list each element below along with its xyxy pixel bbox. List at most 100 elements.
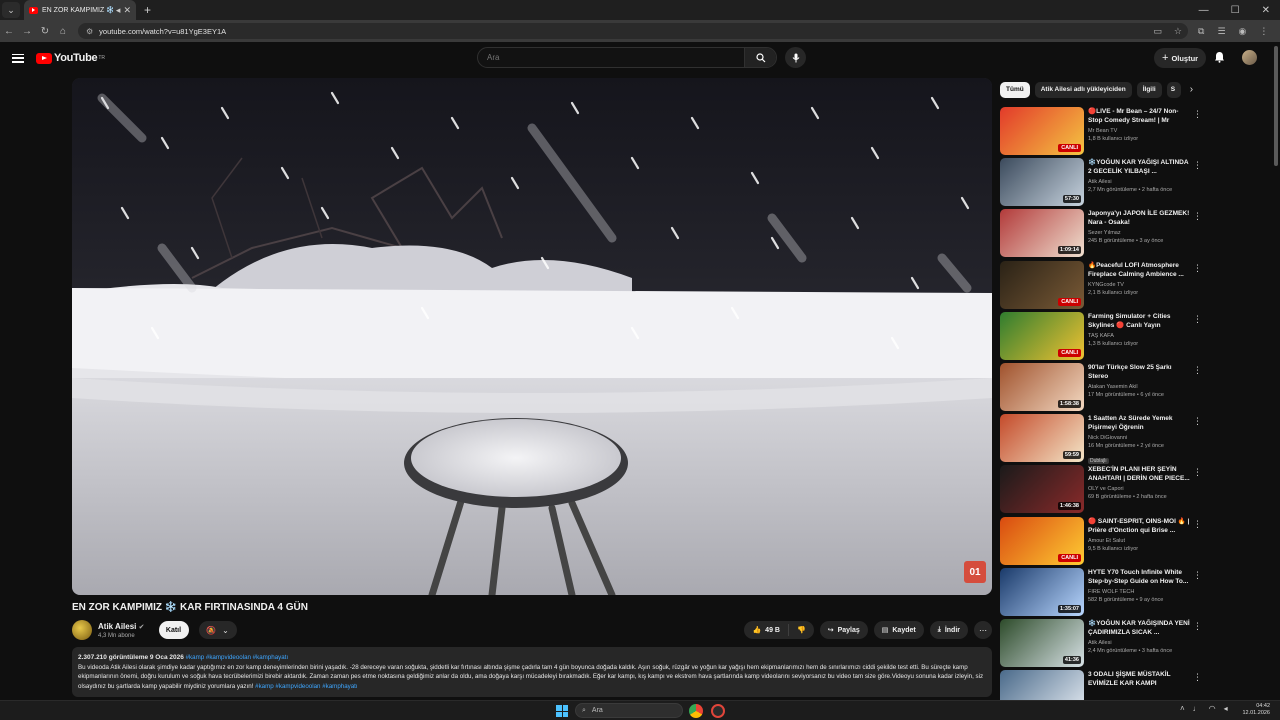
- browser-tab[interactable]: EN ZOR KAMPIMIZ ❄️ KAR ◂ ✕: [24, 0, 136, 20]
- related-item-menu-icon[interactable]: ⋮: [1193, 519, 1202, 530]
- related-video-title[interactable]: 🔴LIVE - Mr Bean – 24/7 Non-Stop Comedy S…: [1088, 107, 1192, 125]
- related-channel-name[interactable]: Sezer Yılmaz: [1088, 230, 1192, 236]
- browser-menu-icon[interactable]: ⋮: [1259, 26, 1268, 37]
- related-channel-name[interactable]: Atik Ailesi: [1088, 640, 1192, 646]
- chip-all[interactable]: Tümü: [1000, 81, 1030, 98]
- tab-search-icon[interactable]: ⌄: [2, 2, 20, 18]
- related-channel-name[interactable]: Atakan Yasemin Akil: [1088, 384, 1192, 390]
- related-video-title[interactable]: 3 ODALI ŞİŞME MÜSTAKİL EVİMİZLE KAR KAMP…: [1088, 670, 1192, 688]
- chevron-right-icon[interactable]: ›: [1190, 84, 1193, 95]
- taskbar-search[interactable]: ⌕ Ara: [575, 703, 683, 718]
- description-box[interactable]: 2.307.210 görüntüleme 9 Oca 2026 #kamp #…: [72, 647, 992, 697]
- microphone-tray-icon[interactable]: ♩: [1193, 704, 1201, 713]
- page-scrollbar[interactable]: [1274, 46, 1278, 166]
- related-channel-name[interactable]: Atik Ailesi: [1088, 179, 1192, 185]
- related-video-title[interactable]: XEBEC'İN PLANI HER ŞEYİN ANAHTARI | DERİ…: [1088, 465, 1192, 483]
- related-channel-name[interactable]: Nick DiGiovanni: [1088, 435, 1192, 441]
- chip-from-uploader[interactable]: Atik Ailesi adlı yükleyiciden: [1034, 81, 1132, 98]
- footer-hashtags[interactable]: #kamp #kampvideoolan #kamphayatı: [255, 683, 358, 690]
- bookmark-star-icon[interactable]: ☆: [1174, 26, 1182, 37]
- related-item-menu-icon[interactable]: ⋮: [1193, 570, 1202, 581]
- reading-list-icon[interactable]: ☰: [1217, 26, 1225, 37]
- video-thumbnail[interactable]: 1:09:14: [1000, 209, 1084, 257]
- related-channel-name[interactable]: KYNGcode TV: [1088, 282, 1192, 288]
- more-actions-icon[interactable]: ⋯: [974, 621, 992, 639]
- related-item-menu-icon[interactable]: ⋮: [1193, 211, 1202, 222]
- tab-close-icon[interactable]: ✕: [123, 5, 131, 16]
- cast-icon[interactable]: ▭: [1153, 26, 1162, 37]
- video-player[interactable]: 01: [72, 78, 992, 595]
- related-video-title[interactable]: 🔥Peaceful LOFI Atmosphere Fireplace Calm…: [1088, 261, 1192, 279]
- video-thumbnail[interactable]: CANLI: [1000, 261, 1084, 309]
- maximize-icon[interactable]: ☐: [1231, 5, 1240, 16]
- chip-partial[interactable]: S: [1166, 81, 1181, 98]
- related-channel-name[interactable]: Mr Bean TV: [1088, 128, 1192, 134]
- share-button[interactable]: ↪ Paylaş: [819, 621, 868, 639]
- guide-menu-icon[interactable]: [12, 53, 24, 63]
- related-item-menu-icon[interactable]: ⋮: [1193, 416, 1202, 427]
- create-button[interactable]: + Oluştur: [1154, 48, 1206, 68]
- search-button[interactable]: [744, 48, 776, 67]
- windows-start-icon[interactable]: [556, 705, 568, 717]
- header-hashtags[interactable]: #kamp #kampvideoolan #kamphayatı: [186, 654, 289, 661]
- url-field[interactable]: ⚙ youtube.com/watch?v=u81YgE3EY1A ▭ ☆: [78, 23, 1188, 39]
- related-video-title[interactable]: HYTE Y70 Touch Infinite White Step-by-St…: [1088, 568, 1192, 586]
- related-video-title[interactable]: ❄️YOĞUN KAR YAĞIŞI ALTINDA 2 GECELİK YIL…: [1088, 158, 1192, 176]
- related-video-title[interactable]: 90'lar Türkçe Slow 25 Şarkı Stereo: [1088, 363, 1192, 381]
- related-item-menu-icon[interactable]: ⋮: [1193, 467, 1202, 478]
- related-item-menu-icon[interactable]: ⋮: [1193, 672, 1202, 683]
- related-item-menu-icon[interactable]: ⋮: [1193, 365, 1202, 376]
- related-video-title[interactable]: 1 Saatten Az Sürede Yemek Pişirmeyi Öğre…: [1088, 414, 1192, 432]
- video-thumbnail[interactable]: 57:30: [1000, 158, 1084, 206]
- related-video-item[interactable]: CANLI 🔥Peaceful LOFI Atmosphere Fireplace…: [1000, 261, 1205, 309]
- chip-related[interactable]: İlgili: [1136, 81, 1162, 98]
- related-item-menu-icon[interactable]: ⋮: [1193, 109, 1202, 120]
- related-video-item[interactable]: CANLI 🔴 SAINT-ESPRIT, OINS-MOI 🔥 | Prière…: [1000, 517, 1205, 565]
- related-video-title[interactable]: ❄️YOĞUN KAR YAĞIŞINDA YENİ ÇADIRIMIZLA S…: [1088, 619, 1192, 637]
- close-window-icon[interactable]: ✕: [1262, 5, 1270, 16]
- related-video-item[interactable]: CANLI Farming Simulator + Cities Skylines…: [1000, 312, 1205, 360]
- video-thumbnail[interactable]: CANLI: [1000, 517, 1084, 565]
- profile-icon[interactable]: ◉: [1239, 26, 1247, 37]
- forward-icon[interactable]: →: [18, 26, 36, 37]
- taskbar-clock[interactable]: 04:42 12.01.2026: [1240, 703, 1270, 717]
- reload-icon[interactable]: ↻: [36, 26, 54, 37]
- home-icon[interactable]: ⌂: [54, 26, 72, 37]
- minimize-icon[interactable]: —: [1199, 5, 1209, 16]
- related-video-title[interactable]: 🔴 SAINT-ESPRIT, OINS-MOI 🔥 | Prière d'On…: [1088, 517, 1192, 535]
- related-item-menu-icon[interactable]: ⋮: [1193, 263, 1202, 274]
- subscribed-button[interactable]: 🔕 ⌄: [198, 621, 237, 639]
- like-button[interactable]: 👍 49 B: [744, 624, 789, 636]
- related-video-item[interactable]: 1:09:14 Japonya'yı JAPON İLE GEZMEK! Nara…: [1000, 209, 1205, 257]
- related-item-menu-icon[interactable]: ⋮: [1193, 160, 1202, 171]
- related-item-menu-icon[interactable]: ⋮: [1193, 314, 1202, 325]
- new-tab-button[interactable]: +: [144, 3, 151, 17]
- video-thumbnail[interactable]: CANLI: [1000, 107, 1084, 155]
- related-video-item[interactable]: 41:36 ❄️YOĞUN KAR YAĞIŞINDA YENİ ÇADIRIMI…: [1000, 619, 1205, 667]
- back-icon[interactable]: ←: [0, 26, 18, 37]
- related-video-item[interactable]: 1:46:38 XEBEC'İN PLANI HER ŞEYİN ANAHTARI…: [1000, 465, 1205, 513]
- related-channel-name[interactable]: FIRE WOLF TECH: [1088, 589, 1192, 595]
- tray-overflow-icon[interactable]: ˄: [1180, 704, 1185, 713]
- video-thumbnail[interactable]: 1:35:07: [1000, 568, 1084, 616]
- video-thumbnail[interactable]: 1:58:38: [1000, 363, 1084, 411]
- related-item-menu-icon[interactable]: ⋮: [1193, 621, 1202, 632]
- chrome-taskbar-icon[interactable]: [689, 704, 703, 718]
- app-taskbar-icon[interactable]: [711, 704, 725, 718]
- related-video-item[interactable]: 59:59 1 Saatten Az Sürede Yemek Pişirmeyi…: [1000, 414, 1205, 464]
- dislike-button[interactable]: 👎: [789, 626, 814, 634]
- channel-avatar[interactable]: [72, 620, 92, 640]
- related-video-title[interactable]: Japonya'yı JAPON İLE GEZMEK! Nara - Osak…: [1088, 209, 1192, 227]
- related-channel-name[interactable]: Amour Et Salut: [1088, 538, 1192, 544]
- related-video-title[interactable]: Farming Simulator + Cities Skylines 🔴 Ca…: [1088, 312, 1192, 330]
- video-thumbnail[interactable]: 1:46:38: [1000, 465, 1084, 513]
- channel-name[interactable]: Atik Ailesi: [98, 622, 136, 631]
- video-thumbnail[interactable]: CANLI: [1000, 312, 1084, 360]
- related-video-item[interactable]: CANLI 🔴LIVE - Mr Bean – 24/7 Non-Stop Com…: [1000, 107, 1205, 155]
- site-info-icon[interactable]: ⚙: [86, 27, 93, 36]
- related-video-item[interactable]: 57:30 ❄️YOĞUN KAR YAĞIŞI ALTINDA 2 GECELİ…: [1000, 158, 1205, 206]
- related-video-item[interactable]: 1:58:38 90'lar Türkçe Slow 25 Şarkı Stere…: [1000, 363, 1205, 411]
- related-video-item[interactable]: 1:35:07 HYTE Y70 Touch Infinite White Ste…: [1000, 568, 1205, 616]
- video-thumbnail[interactable]: 59:59: [1000, 414, 1084, 462]
- join-button[interactable]: Katıl: [158, 621, 189, 639]
